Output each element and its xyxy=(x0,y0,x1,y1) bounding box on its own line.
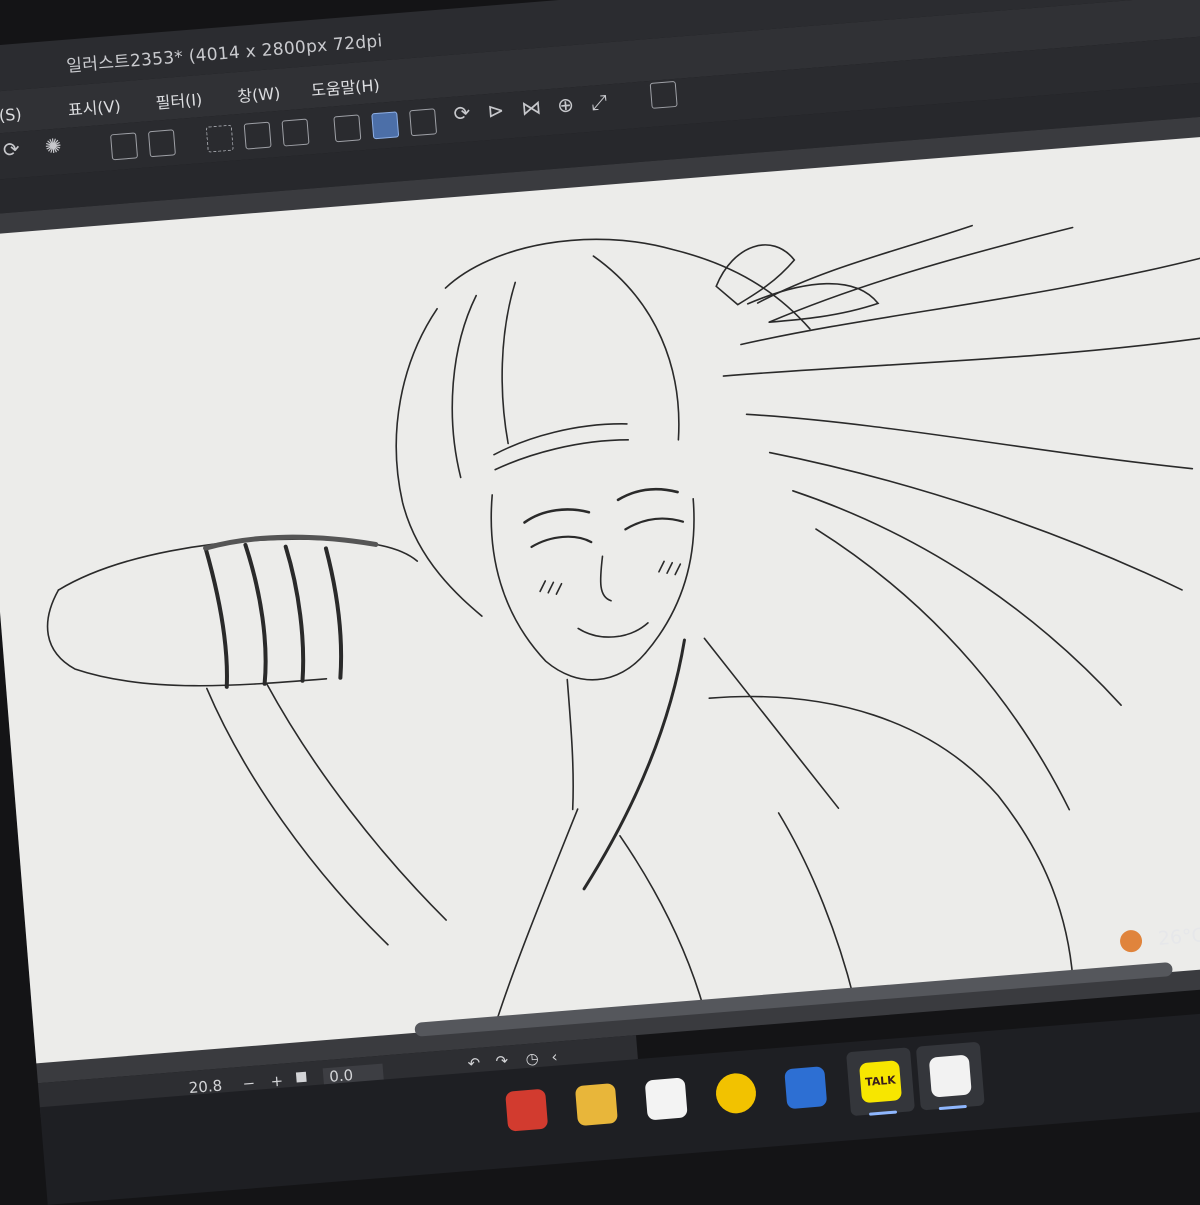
pencil-tool-icon[interactable] xyxy=(371,111,400,140)
rotate-left-icon[interactable]: ↶ xyxy=(467,1054,481,1073)
microsoft-store-icon[interactable] xyxy=(644,1077,688,1121)
transform-icon[interactable]: ✺ xyxy=(44,133,63,158)
redo-icon[interactable]: ⟳ xyxy=(2,137,21,162)
selection-icon[interactable] xyxy=(205,124,234,153)
menu-item-window-s[interactable]: 위(S) xyxy=(0,101,22,128)
zoom-icon[interactable]: ⊕ xyxy=(556,92,575,117)
crop-icon[interactable] xyxy=(147,129,176,158)
clip-studio-slot[interactable] xyxy=(915,1041,985,1111)
panel-icon[interactable] xyxy=(649,80,678,109)
menu-item-filter[interactable]: 필터(I) xyxy=(155,86,203,114)
fit-icon[interactable]: ⤢ xyxy=(590,90,608,115)
outlook-icon[interactable] xyxy=(784,1066,828,1110)
pen-tool-icon[interactable] xyxy=(333,114,362,143)
weather-temperature[interactable]: 26°C xyxy=(1157,924,1200,950)
clip-studio-paint-icon[interactable] xyxy=(928,1054,972,1098)
weather-icon[interactable] xyxy=(1119,928,1143,953)
media-player-icon[interactable] xyxy=(714,1071,758,1115)
shape-icon[interactable] xyxy=(243,121,272,150)
menu-item-window[interactable]: 창(W) xyxy=(236,80,281,107)
kakaotalk-slot[interactable]: TALK xyxy=(846,1047,915,1117)
brush-tool-icon[interactable] xyxy=(409,108,438,137)
monitor-screen: 일러스트2353* (4014 x 2800px 72dpi 위(S) 표시(V… xyxy=(0,0,1200,1205)
line-art-sketch xyxy=(46,224,1200,1028)
drawing-canvas[interactable] xyxy=(0,136,1200,1064)
rotate-right-icon[interactable]: ↷ xyxy=(495,1052,509,1071)
collapse-icon[interactable]: ‹ xyxy=(551,1048,558,1066)
fill-bucket-icon[interactable] xyxy=(110,132,139,161)
rotate-icon[interactable]: ⟳ xyxy=(453,101,472,126)
square-icon[interactable] xyxy=(281,118,310,147)
file-explorer-icon[interactable] xyxy=(574,1083,618,1127)
canvas-area xyxy=(0,110,1200,1084)
flip-vertical-icon[interactable]: ⋈ xyxy=(520,95,542,121)
chrome-icon[interactable] xyxy=(505,1088,549,1132)
stop-icon[interactable] xyxy=(295,1071,307,1083)
menu-item-help[interactable]: 도움말(H) xyxy=(310,72,380,101)
menu-item-view[interactable]: 표시(V) xyxy=(67,93,122,121)
kakaotalk-icon[interactable]: TALK xyxy=(858,1060,903,1104)
reset-rotation-icon[interactable]: ◷ xyxy=(525,1049,539,1068)
flip-horizontal-icon[interactable]: ⊳ xyxy=(486,98,505,123)
